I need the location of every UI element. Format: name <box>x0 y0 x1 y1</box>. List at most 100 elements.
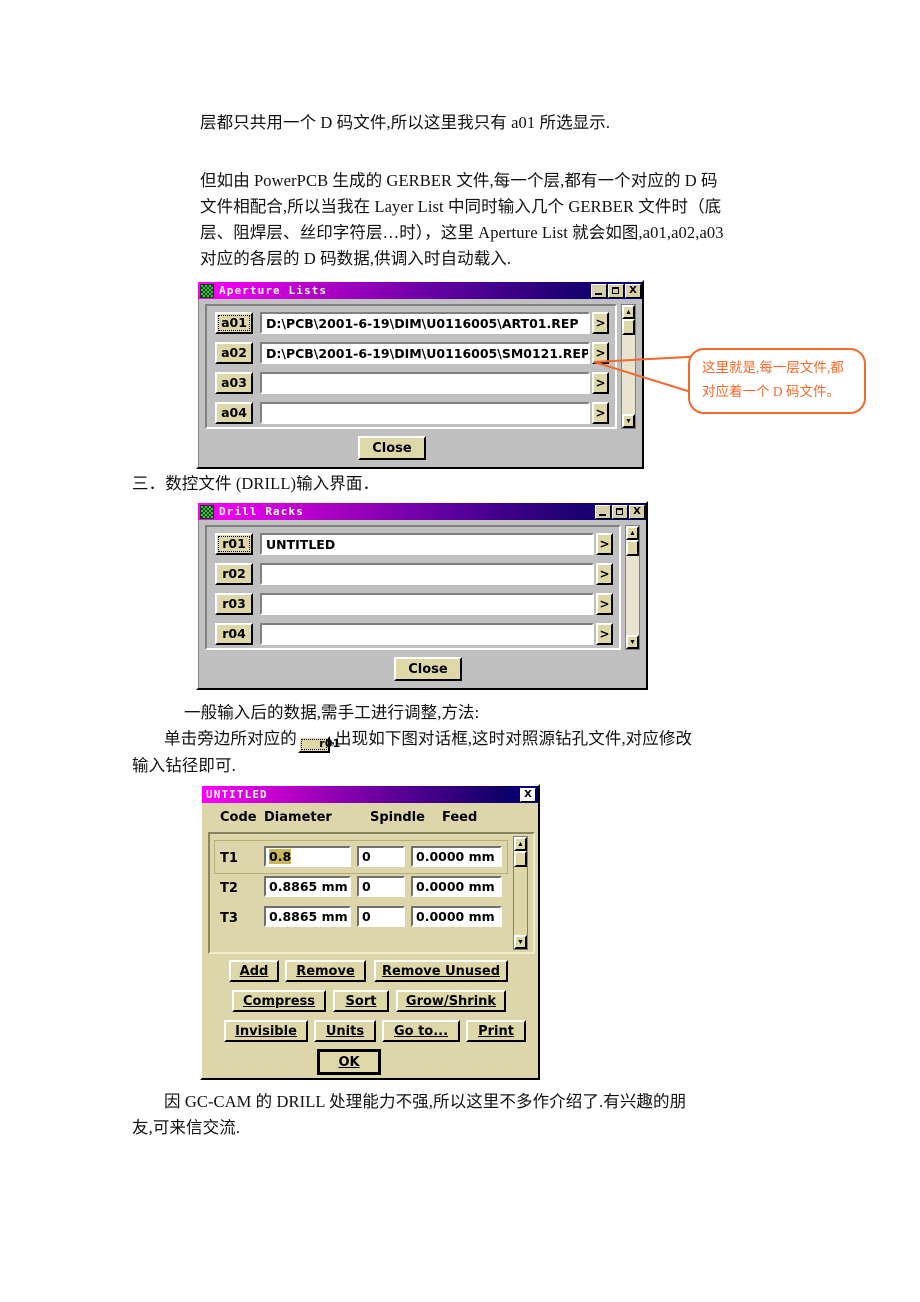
maximize-button[interactable] <box>608 283 624 298</box>
paragraph-5: 因 GC-CAM 的 DRILL 处理能力不强,所以这里不多作介绍了.有兴趣的朋… <box>132 1089 812 1141</box>
aperture-tag-a02[interactable]: a02 <box>215 342 253 364</box>
drill-window-title: Drill Racks <box>219 505 304 518</box>
drill-browse-button-r04[interactable]: > <box>596 623 613 645</box>
aperture-row-a04[interactable]: a04 > <box>215 402 609 424</box>
aperture-row-a01[interactable]: a01 D:\PCB\2001-6-19\DIM\U0116005\ART01.… <box>215 312 609 334</box>
grow-shrink-button[interactable]: Grow/Shrink <box>396 990 506 1012</box>
add-button-label: Add <box>239 963 269 979</box>
feed-input-t2[interactable]: 0.0000 mm <box>411 876 502 897</box>
go-to-button[interactable]: Go to... <box>382 1020 460 1042</box>
section-heading-3: 三．数控文件 (DRILL)输入界面． <box>132 474 380 493</box>
scrollbar-thumb[interactable] <box>514 851 527 867</box>
drill-browse-button-r02[interactable]: > <box>596 563 613 585</box>
aperture-titlebar[interactable]: Aperture Lists X <box>198 282 642 299</box>
diameter-input-t3[interactable]: 0.8865 mm <box>264 906 351 927</box>
aperture-browse-button-a02[interactable]: > <box>592 342 609 364</box>
drill-browse-button-r01[interactable]: > <box>596 533 613 555</box>
spindle-input-t1[interactable]: 0 <box>357 846 405 867</box>
grow-shrink-button-label: Grow/Shrink <box>405 993 497 1009</box>
aperture-row-a02[interactable]: a02 D:\PCB\2001-6-19\DIM\U0116005\SM0121… <box>215 342 609 364</box>
aperture-tag-a01[interactable]: a01 <box>215 312 253 334</box>
tool-code-t1: T1 <box>220 851 238 866</box>
aperture-browse-button-a01[interactable]: > <box>592 312 609 334</box>
aperture-browse-button-a04[interactable]: > <box>592 402 609 424</box>
drill-tag-r02[interactable]: r02 <box>215 563 253 585</box>
scroll-up-icon[interactable]: ▲ <box>622 305 635 319</box>
invisible-button[interactable]: Invisible <box>224 1020 308 1042</box>
drill-close-button[interactable]: Close <box>394 657 462 681</box>
remove-button[interactable]: Remove <box>285 960 366 982</box>
scroll-up-icon[interactable]: ▲ <box>514 837 527 851</box>
aperture-scrollbar[interactable]: ▲ ▼ <box>621 304 636 429</box>
callout-line-1: 这里就是,每一层文件,都 <box>702 360 844 375</box>
units-button[interactable]: Units <box>314 1020 376 1042</box>
column-header-spindle: Spindle <box>370 810 425 825</box>
scrollbar-thumb[interactable] <box>626 540 639 556</box>
scroll-up-icon[interactable]: ▲ <box>626 526 639 540</box>
paragraph-5-line-2: 友,可来信交流. <box>132 1118 241 1137</box>
remove-button-label: Remove <box>296 963 355 979</box>
paragraph-3: 一般输入后的数据,需手工进行调整,方法: <box>184 703 480 722</box>
feed-input-t1[interactable]: 0.0000 mm <box>411 846 502 867</box>
units-button-label: Units <box>325 1023 365 1039</box>
minimize-button[interactable] <box>591 283 607 298</box>
aperture-tag-a04[interactable]: a04 <box>215 402 253 424</box>
aperture-path-input-a01[interactable]: D:\PCB\2001-6-19\DIM\U0116005\ART01.REP <box>260 312 590 334</box>
aperture-tag-a03[interactable]: a03 <box>215 372 253 394</box>
drill-titlebar[interactable]: Drill Racks X <box>198 503 646 520</box>
aperture-row-a03[interactable]: a03 > <box>215 372 609 394</box>
sort-button[interactable]: Sort <box>333 990 389 1012</box>
paragraph-2-line-1: 但如由 PowerPCB 生成的 GERBER 文件,每一个层,都有一个对应的 … <box>200 171 718 190</box>
paragraph-1: 层都只共用一个 D 码文件,所以这里我只有 a01 所选显示. <box>200 113 611 132</box>
add-button[interactable]: Add <box>229 960 279 982</box>
close-icon[interactable]: X <box>625 283 641 298</box>
drill-list-frame: r01 UNTITLED > r02 > r03 > r04 > <box>205 525 621 650</box>
maximize-button[interactable] <box>612 504 628 519</box>
drill-row-r03[interactable]: r03 > <box>215 593 613 615</box>
drill-browse-button-r03[interactable]: > <box>596 593 613 615</box>
drill-tag-r01[interactable]: r01 <box>215 533 253 555</box>
untitled-grid-scrollbar[interactable]: ▲ ▼ <box>513 836 528 950</box>
close-icon[interactable]: X <box>520 787 536 802</box>
untitled-titlebar[interactable]: UNTITLED X <box>202 786 538 803</box>
untitled-window[interactable]: UNTITLED X Code Diameter Spindle Feed T1… <box>200 784 540 1080</box>
drill-row-r02[interactable]: r02 > <box>215 563 613 585</box>
minimize-button[interactable] <box>595 504 611 519</box>
feed-input-t3[interactable]: 0.0000 mm <box>411 906 502 927</box>
go-to-button-label: Go to... <box>393 1023 449 1039</box>
aperture-path-input-a02[interactable]: D:\PCB\2001-6-19\DIM\U0116005\SM0121.REP <box>260 342 590 364</box>
aperture-browse-button-a03[interactable]: > <box>592 372 609 394</box>
drill-tag-r04[interactable]: r04 <box>215 623 253 645</box>
untitled-window-title: UNTITLED <box>206 788 268 801</box>
drill-racks-window[interactable]: Drill Racks X r01 UNTITLED > r02 > r03 > <box>196 501 648 690</box>
aperture-close-button[interactable]: Close <box>358 436 426 460</box>
compress-button[interactable]: Compress <box>232 990 326 1012</box>
aperture-path-input-a04[interactable] <box>260 402 590 424</box>
diameter-input-t1[interactable]: 0.8 <box>264 846 351 867</box>
print-button[interactable]: Print <box>466 1020 526 1042</box>
remove-unused-button-label: Remove Unused <box>381 963 501 979</box>
scrollbar-thumb[interactable] <box>622 319 635 335</box>
diameter-input-t2[interactable]: 0.8865 mm <box>264 876 351 897</box>
aperture-path-input-a03[interactable] <box>260 372 590 394</box>
scroll-down-icon[interactable]: ▼ <box>622 414 635 428</box>
scroll-down-icon[interactable]: ▼ <box>626 635 639 649</box>
drill-row-r04[interactable]: r04 > <box>215 623 613 645</box>
spindle-input-t2[interactable]: 0 <box>357 876 405 897</box>
drill-scrollbar[interactable]: ▲ ▼ <box>625 525 640 650</box>
spindle-input-t3[interactable]: 0 <box>357 906 405 927</box>
ok-button[interactable]: OK <box>318 1050 380 1074</box>
app-icon <box>200 283 214 298</box>
compress-button-label: Compress <box>242 993 316 1009</box>
inline-r01-chip[interactable]: r01 <box>297 735 340 753</box>
drill-rack-input-r04[interactable] <box>260 623 594 645</box>
remove-unused-button[interactable]: Remove Unused <box>374 960 508 982</box>
scroll-down-icon[interactable]: ▼ <box>514 935 527 949</box>
drill-tag-r03[interactable]: r03 <box>215 593 253 615</box>
drill-rack-input-r01[interactable]: UNTITLED <box>260 533 594 555</box>
drill-rack-input-r02[interactable] <box>260 563 594 585</box>
drill-row-r01[interactable]: r01 UNTITLED > <box>215 533 613 555</box>
close-icon[interactable]: X <box>629 504 645 519</box>
drill-rack-input-r03[interactable] <box>260 593 594 615</box>
aperture-lists-window[interactable]: Aperture Lists X a01 D:\PCB\2001-6-19\DI… <box>196 280 644 469</box>
